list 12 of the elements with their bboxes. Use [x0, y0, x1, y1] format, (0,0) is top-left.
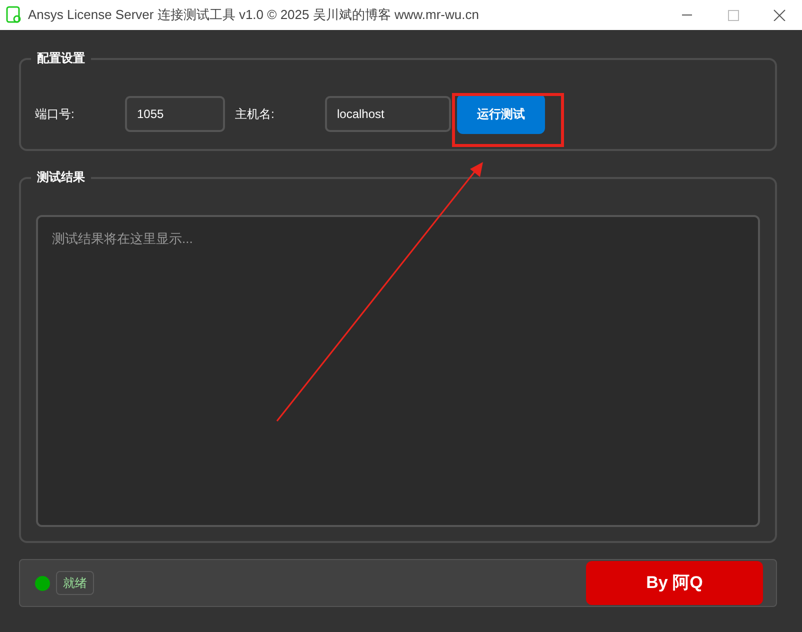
- host-field[interactable]: localhost: [325, 96, 451, 132]
- group-title: 测试结果: [31, 168, 91, 186]
- results-area[interactable]: 测试结果将在这里显示...: [36, 215, 760, 527]
- host-label: 主机名:: [235, 106, 276, 123]
- run-test-button[interactable]: 运行测试: [457, 94, 545, 134]
- group-title: 配置设置: [31, 49, 91, 67]
- window-title: Ansys License Server 连接测试工具 v1.0 © 2025 吴川斌的博客 www.mr-wu.cn: [28, 6, 480, 24]
- author-label: By 阿Q: [586, 561, 763, 605]
- status-label: 就绪: [56, 571, 94, 595]
- port-label: 端口号:: [35, 106, 76, 123]
- app-icon: [6, 6, 22, 24]
- port-field[interactable]: 1055: [125, 96, 225, 132]
